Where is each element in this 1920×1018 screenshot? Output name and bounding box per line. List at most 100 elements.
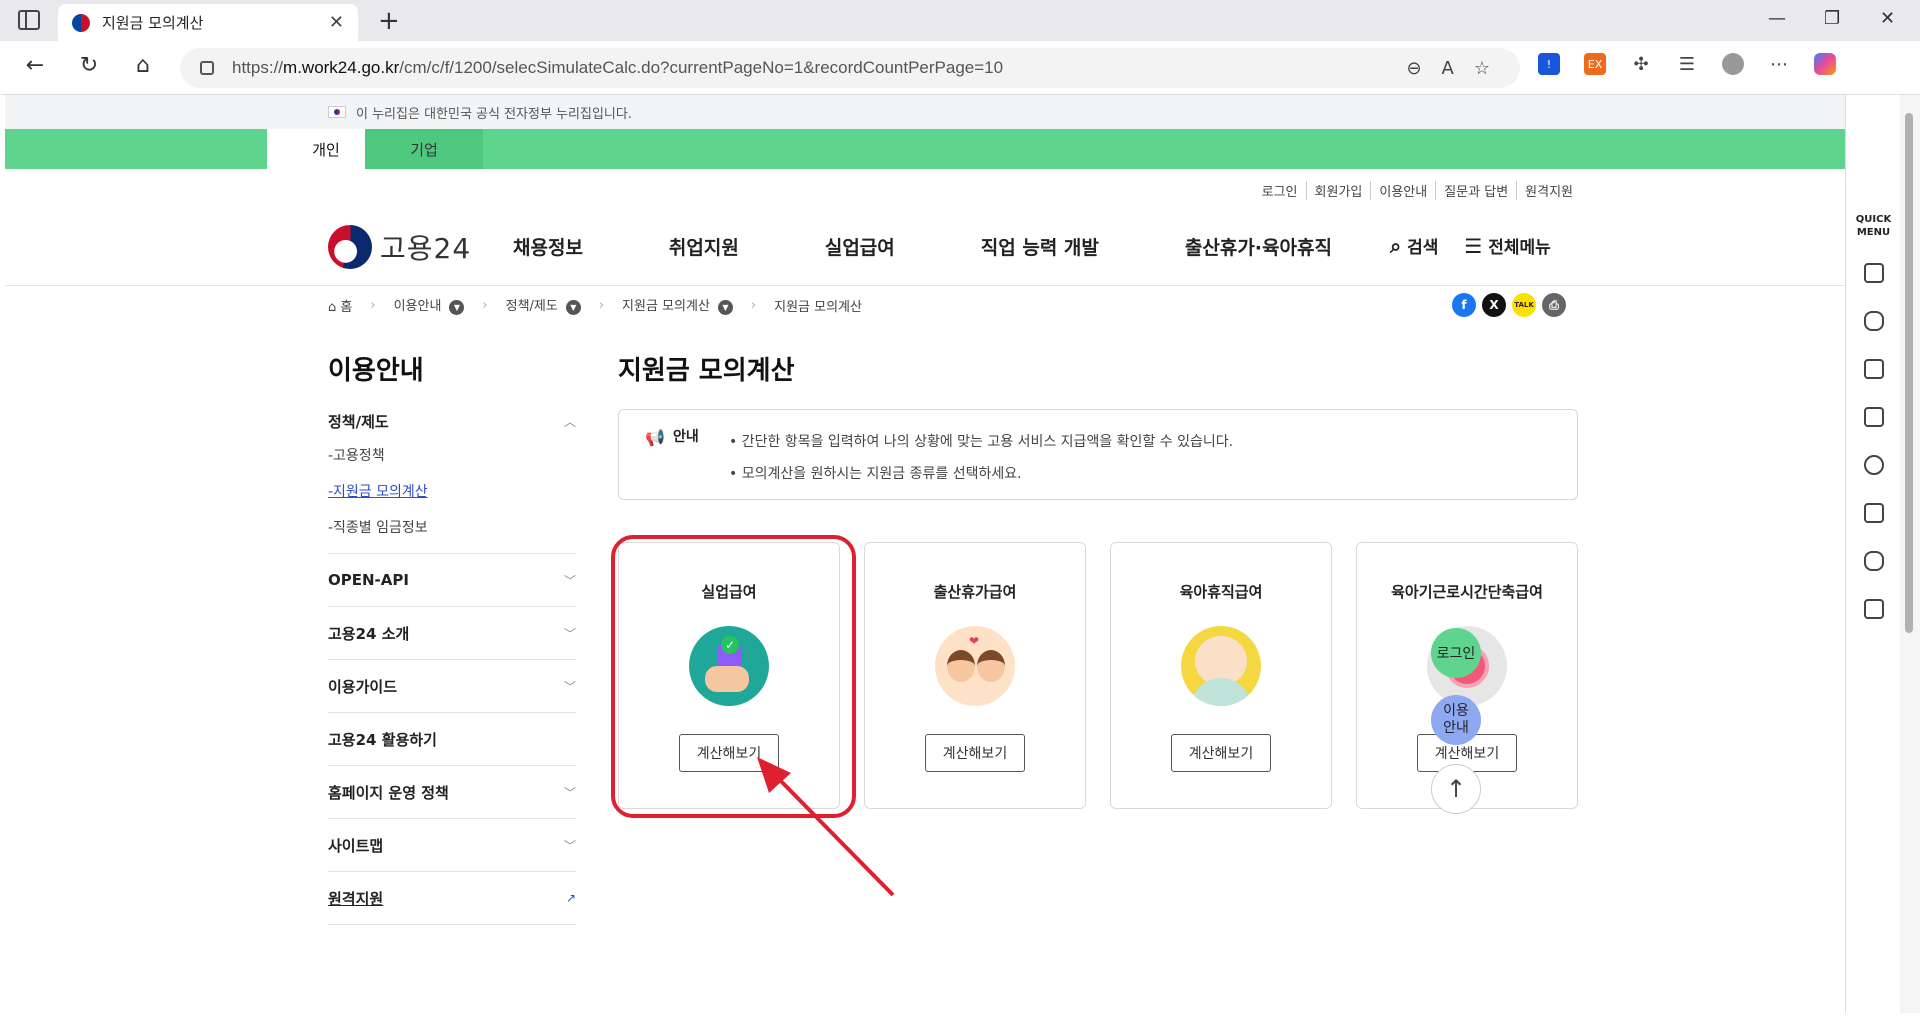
lock-icon (200, 61, 214, 75)
notice-line: 간단한 항목을 입력하여 나의 상황에 맞는 고용 서비스 지급액을 확인할 수… (729, 426, 1233, 458)
puzzle-extensions-icon[interactable]: ✣ (1630, 53, 1652, 75)
crumb-guide[interactable]: 이용안내 ▼ (394, 295, 465, 315)
card-parental-leave-benefit: 육아휴직급여 계산해보기 (1110, 542, 1332, 809)
share-buttons: f X TALK ⎙ (1452, 293, 1566, 317)
sidebar-toggle-icon[interactable] (18, 10, 40, 30)
gnb-vocational-training[interactable]: 직업 능력 개발 (981, 233, 1099, 260)
quick-menu: QUICK MENU (1845, 95, 1900, 1013)
browser-tab-active[interactable]: 지원금 모의계산 ✕ (58, 4, 358, 41)
gnb-jobs[interactable]: 채용정보 (513, 233, 583, 260)
search-icon: ⌕ (1390, 234, 1402, 258)
minimize-icon[interactable]: — (1768, 8, 1786, 29)
scrollbar-thumb[interactable] (1905, 113, 1913, 633)
coin-stack-icon[interactable] (1864, 551, 1884, 571)
copilot-icon[interactable] (1814, 53, 1836, 75)
home-crumb[interactable]: ⌂ 홈 (328, 296, 352, 315)
smile-icon[interactable] (1864, 455, 1884, 475)
gov-banner-text: 이 누리집은 대한민국 공식 전자정부 누리집입니다. (356, 106, 632, 122)
print-icon[interactable]: ⎙ (1542, 293, 1566, 317)
gnb-unemployment-benefit[interactable]: 실업급여 (825, 233, 895, 260)
reload-icon[interactable]: ↻ (74, 53, 104, 78)
calculator-icon[interactable] (1864, 503, 1884, 523)
sidebar-item-site-policy[interactable]: 홈페이지 운영 정책 ﹀ (328, 766, 576, 819)
home-icon[interactable]: ⌂ (128, 53, 158, 78)
korea-flag-icon (328, 106, 346, 118)
sidebar-item-intro[interactable]: 고용24 소개 ﹀ (328, 607, 576, 660)
address-bar[interactable]: https://m.work24.go.kr/cm/c/f/1200/selec… (180, 48, 1520, 88)
site-logo[interactable]: 고용24 (328, 225, 471, 269)
guide-link[interactable]: 이용안내 (1370, 181, 1435, 200)
sidebar-item-policy[interactable]: 정책/제도 ︿ (328, 405, 576, 437)
zoom-icon[interactable]: ⊖ (1406, 58, 1421, 79)
sidebar-item-sitemap[interactable]: 사이트맵 ﹀ (328, 819, 576, 872)
x-twitter-icon[interactable]: X (1482, 293, 1506, 317)
chevron-down-icon: ▼ (717, 300, 733, 315)
chat-bubble-icon[interactable] (1864, 311, 1884, 331)
sidebar-item-usage-guide[interactable]: 이용가이드 ﹀ (328, 660, 576, 713)
profile-avatar[interactable] (1722, 53, 1744, 75)
page-scrollbar[interactable] (1900, 95, 1920, 1013)
sidebar-sub-simulate-calc[interactable]: -지원금 모의계산 (328, 473, 576, 509)
breadcrumb: ⌂ 홈 › 이용안내 ▼ › 정책/제도 ▼ › 지원금 모의계산 ▼ › 지원금 모… (328, 295, 862, 315)
notice-line: 모의계산을 원하시는 지원금 종류를 선택하세요. (729, 458, 1233, 490)
login-link[interactable]: 로그인 (1254, 181, 1306, 200)
calculate-button[interactable]: 계산해보기 (925, 734, 1025, 772)
chevron-down-icon: ﹀ (563, 626, 576, 641)
page-title: 지원금 모의계산 (618, 356, 795, 386)
monitor-icon[interactable] (1864, 359, 1884, 379)
read-aloud-icon[interactable]: A (1442, 58, 1454, 79)
tab-business[interactable]: 기업 (365, 129, 483, 169)
window-close-icon[interactable]: ✕ (1880, 8, 1895, 29)
chevron-down-icon: ﹀ (563, 838, 576, 853)
checklist-icon[interactable] (1864, 407, 1884, 427)
floating-guide-button[interactable]: 이용 안내 (1431, 695, 1481, 745)
printer-icon[interactable] (1864, 599, 1884, 619)
gnb-maternity-leave[interactable]: 출산휴가·육아휴직 (1185, 233, 1332, 260)
maximize-icon[interactable]: ❐ (1824, 8, 1840, 29)
facebook-icon[interactable]: f (1452, 293, 1476, 317)
tab-close-icon[interactable]: ✕ (329, 12, 344, 33)
baby-illustration-icon (1181, 626, 1261, 706)
calculate-button[interactable]: 계산해보기 (1171, 734, 1271, 772)
card-title: 출산휴가급여 (933, 583, 1017, 601)
favorite-star-icon[interactable]: ☆ (1474, 58, 1490, 79)
search-button[interactable]: ⌕ 검색 (1390, 233, 1438, 258)
kakaotalk-icon[interactable]: TALK (1512, 293, 1536, 317)
new-tab-button[interactable]: + (378, 6, 400, 36)
favorites-list-icon[interactable]: ☰ (1676, 53, 1698, 75)
more-menu-icon[interactable]: ⋯ (1768, 53, 1790, 75)
sidebar-sub-employment-policy[interactable]: -고용정책 (328, 437, 576, 473)
crumb-policy[interactable]: 정책/제도 ▼ (506, 295, 581, 315)
building-icon[interactable] (1864, 263, 1884, 283)
tab-title: 지원금 모의계산 (102, 14, 204, 32)
notice-box: 📢안내 간단한 항목을 입력하여 나의 상황에 맞는 고용 서비스 지급액을 확… (618, 409, 1578, 500)
remote-support-link[interactable]: 원격지원 (1516, 181, 1581, 200)
floating-login-button[interactable]: 로그인 (1431, 628, 1481, 678)
notice-label: 📢 안내 (645, 428, 699, 447)
browser-tabbar: 지원금 모의계산 ✕ + — ❐ ✕ (0, 0, 1920, 41)
ex-extension-icon[interactable]: EX (1584, 53, 1606, 75)
sidebar-item-utilize[interactable]: 고용24 활용하기 (328, 713, 576, 766)
sidebar-item-remote[interactable]: 원격지원 ↗ (328, 872, 576, 925)
url-text: https://m.work24.go.kr/cm/c/f/1200/selec… (232, 58, 1004, 77)
scroll-top-button[interactable]: ↑ (1431, 764, 1481, 814)
signup-link[interactable]: 회원가입 (1305, 181, 1371, 200)
shield-extension-icon[interactable]: ! (1538, 53, 1560, 75)
sidebar-sub-wage-info[interactable]: -직종별 임금정보 (328, 509, 576, 545)
qna-link[interactable]: 질문과 답변 (1435, 181, 1516, 200)
hamburger-icon: ☰ (1464, 234, 1483, 258)
card-title: 육아기근로시간단축급여 (1391, 583, 1543, 601)
chevron-down-icon: ▼ (449, 300, 465, 315)
site-favicon-icon (72, 13, 90, 32)
sidebar-menu: 정책/제도 ︿ -고용정책 -지원금 모의계산 -직종별 임금정보 OPEN-AP… (328, 405, 576, 925)
all-menu-button[interactable]: ☰ 전체메뉴 (1464, 233, 1550, 258)
sidebar-item-open-api[interactable]: OPEN-API ﹀ (328, 554, 576, 607)
gnb-employment-support[interactable]: 취업지원 (669, 233, 739, 260)
sidebar-title: 이용안내 (328, 356, 424, 386)
chevron-down-icon: ﹀ (563, 679, 576, 694)
back-icon[interactable]: ← (20, 53, 50, 78)
gov-official-banner: 이 누리집은 대한민국 공식 전자정부 누리집입니다. (5, 95, 1845, 129)
quick-menu-label: QUICK MENU (1855, 214, 1892, 238)
crumb-simulate[interactable]: 지원금 모의계산 ▼ (622, 295, 733, 315)
audience-tab-bar: 개인 기업 (5, 129, 1845, 169)
